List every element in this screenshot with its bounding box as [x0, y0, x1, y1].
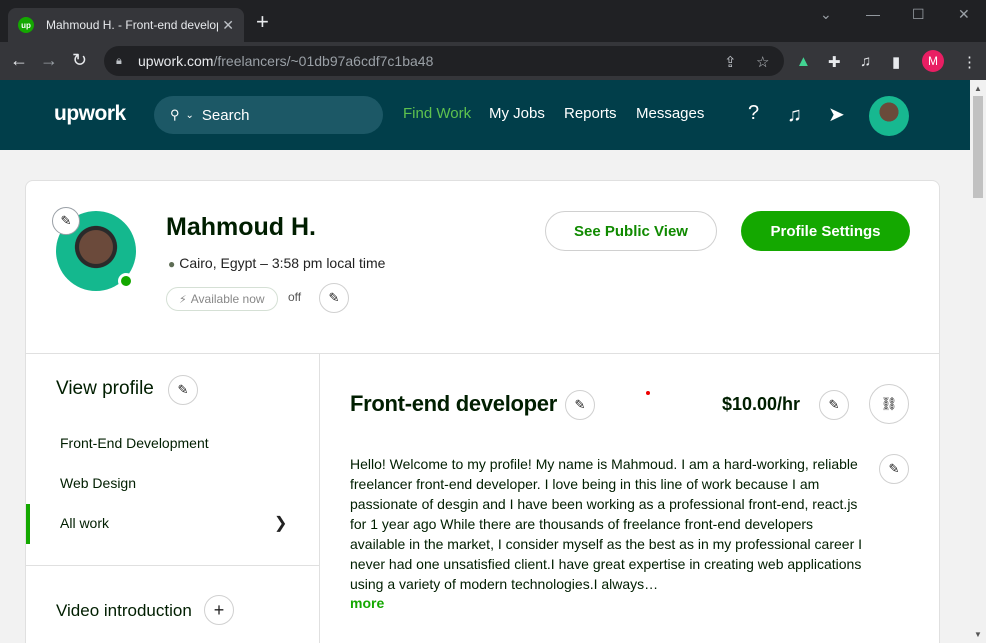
divider — [26, 565, 319, 566]
nav-messages[interactable]: Messages — [636, 105, 704, 122]
nav-find-work[interactable]: Find Work — [403, 105, 471, 122]
browser-profile-avatar[interactable]: M — [922, 50, 944, 72]
location-pin-icon: ● — [168, 257, 176, 271]
user-avatar[interactable] — [869, 96, 909, 136]
nav-reports[interactable]: Reports — [564, 105, 617, 122]
lock-icon: 🔒︎ — [116, 54, 122, 67]
profile-bio: Hello! Welcome to my profile! My name is… — [350, 456, 863, 592]
back-icon[interactable]: ← — [10, 50, 28, 70]
profile-name: Mahmoud H. — [166, 213, 316, 241]
reload-icon[interactable]: ↻ — [72, 50, 87, 70]
availability-badge[interactable]: ⚡︎ Available now — [166, 287, 278, 311]
view-profile-title: View profile — [56, 378, 154, 399]
sidebar-item-front-end-development[interactable]: Front-End Development — [60, 435, 209, 451]
bookmark-star-icon[interactable]: ☆ — [756, 53, 769, 71]
divider — [26, 353, 939, 354]
edit-rate-pencil-icon[interactable]: ✎ — [819, 390, 849, 420]
maximize-icon[interactable]: ☐ — [912, 6, 925, 23]
search-icon: ⚲ — [170, 107, 180, 122]
upwork-header: upwork ⚲ ⌄ Search Find Work My Jobs Repo… — [0, 80, 970, 150]
share-icon[interactable]: ⇪ — [724, 53, 737, 71]
divider — [319, 354, 320, 643]
help-icon[interactable]: ? — [748, 102, 759, 125]
nav-my-jobs[interactable]: My Jobs — [489, 105, 545, 122]
edit-view-profile-pencil-icon[interactable]: ✎ — [168, 375, 198, 405]
edit-bio-pencil-icon[interactable]: ✎ — [879, 454, 909, 484]
new-tab-icon[interactable]: + — [256, 11, 269, 33]
edit-availability-pencil-icon[interactable]: ✎ — [319, 283, 349, 313]
edit-title-pencil-icon[interactable]: ✎ — [565, 390, 595, 420]
add-video-plus-icon[interactable]: + — [204, 595, 234, 625]
upwork-logo[interactable]: upwork — [54, 102, 126, 126]
sidebar-item-all-work[interactable]: All work — [60, 515, 109, 531]
chevron-down-icon[interactable]: ⌄ — [186, 110, 194, 121]
browser-tab-bar: up Mahmoud H. - Front-end develop ✕ + ⌄ … — [0, 0, 986, 42]
tab-close-icon[interactable]: ✕ — [222, 17, 234, 34]
scroll-up-icon[interactable]: ▲ — [974, 84, 982, 93]
extensions-puzzle-icon[interactable]: ✚ — [828, 53, 841, 71]
forward-icon[interactable]: → — [40, 50, 58, 70]
vue-extension-icon[interactable]: ▲ — [796, 53, 811, 70]
window-close-icon[interactable]: ✕ — [958, 6, 970, 23]
sidebar-item-web-design[interactable]: Web Design — [60, 475, 136, 491]
search-input[interactable]: ⚲ ⌄ Search — [154, 96, 383, 134]
lightning-icon: ⚡︎ — [179, 293, 187, 306]
bell-icon[interactable]: ♫ — [787, 104, 802, 127]
edit-photo-pencil-icon[interactable]: ✎ — [52, 207, 80, 235]
chevron-right-icon[interactable]: ❯ — [274, 513, 287, 533]
profile-card: ✎ Mahmoud H. ● Cairo, Egypt – 3:58 pm loc… — [25, 180, 940, 643]
browser-toolbar: ← → ↻ 🔒︎ upwork.com/freelancers/~01db97a… — [0, 42, 986, 80]
send-icon[interactable]: ➤ — [828, 102, 845, 127]
more-link[interactable]: more — [350, 595, 384, 611]
tab-title: Mahmoud H. - Front-end develop — [46, 18, 218, 32]
see-public-view-button[interactable]: See Public View — [545, 211, 717, 251]
search-placeholder: Search — [201, 106, 250, 124]
video-introduction-title: Video introduction — [56, 601, 192, 620]
scroll-down-icon[interactable]: ▼ — [974, 630, 982, 639]
hourly-rate: $10.00/hr — [722, 394, 801, 414]
job-title: Front-end developer — [350, 391, 557, 416]
browser-tab[interactable]: up Mahmoud H. - Front-end develop ✕ — [8, 8, 244, 42]
minimize-icon[interactable]: — — [866, 6, 880, 22]
upwork-favicon-icon: up — [18, 17, 34, 33]
address-bar[interactable]: 🔒︎ upwork.com/freelancers/~01db97a6cdf7c… — [104, 46, 784, 76]
scrollbar-thumb[interactable] — [973, 96, 983, 198]
media-control-icon[interactable]: ♫ — [860, 53, 871, 70]
profile-settings-button[interactable]: Profile Settings — [741, 211, 910, 251]
browser-menu-icon[interactable]: ⋮ — [962, 53, 977, 71]
url-text: upwork.com/freelancers/~01db97a6cdf7c1ba… — [138, 53, 434, 69]
online-status-dot — [118, 273, 134, 289]
side-panel-icon[interactable]: ▮ — [892, 53, 900, 71]
active-indicator — [26, 504, 30, 544]
tab-search-chevron-icon[interactable]: ⌄ — [820, 6, 832, 23]
cursor-dot — [646, 391, 650, 395]
copy-link-icon[interactable]: ⛓ — [869, 384, 909, 424]
profile-location: ● Cairo, Egypt – 3:58 pm local time — [168, 255, 386, 271]
availability-state: off — [288, 290, 302, 304]
